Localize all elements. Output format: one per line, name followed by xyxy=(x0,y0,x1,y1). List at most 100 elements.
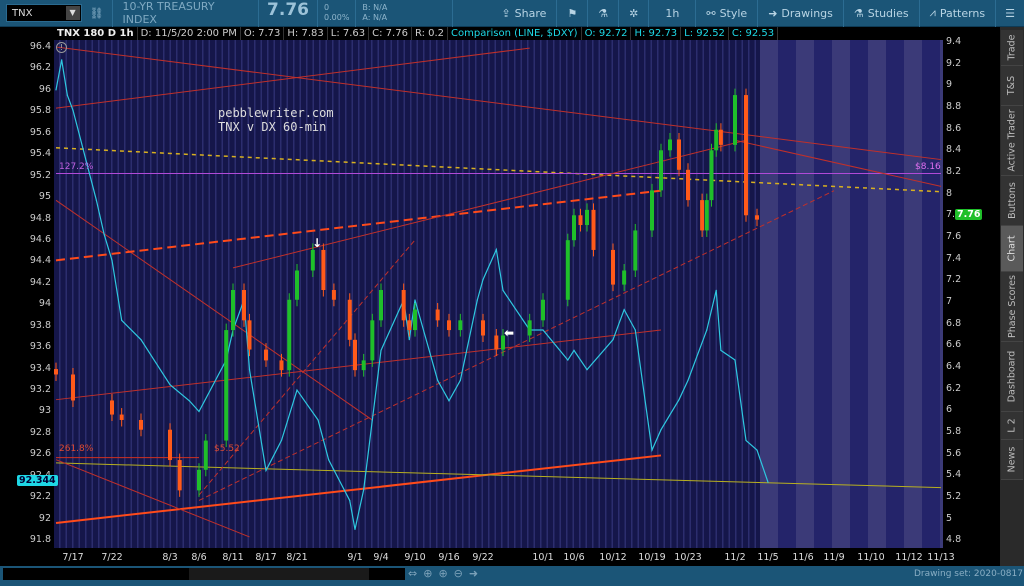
tnx-candle xyxy=(331,290,336,300)
bar-date: D: 11/5/20 2:00 PM xyxy=(137,27,241,40)
dxy-point xyxy=(414,299,416,301)
dxy-point xyxy=(66,94,68,96)
ask: A: N/A xyxy=(362,12,388,22)
time-axis[interactable]: 7/17 7/22 8/3 8/6 8/11 8/17 8/21 9/1 9/4 9/10 9/16… xyxy=(54,548,954,566)
trendline xyxy=(232,139,747,269)
interval-label: 1h xyxy=(665,6,680,20)
info-circle-icon[interactable]: ! xyxy=(56,42,67,53)
time-axis-tick: 11/12 xyxy=(895,552,923,563)
flask-icon: ⚗ xyxy=(853,6,864,20)
left-axis-tick: 94.2 xyxy=(29,276,51,288)
interval-button[interactable]: 1h xyxy=(648,0,695,27)
menu-button[interactable]: ☰ xyxy=(995,0,1024,27)
tnx-candle xyxy=(295,270,299,300)
right-axis-tick: 8.2 xyxy=(946,165,962,177)
pan-icon[interactable]: ⇔ xyxy=(408,567,417,580)
time-axis-tick: 9/4 xyxy=(373,552,389,563)
dxy-point xyxy=(103,234,105,236)
patterns-button[interactable]: ⩘ Patterns xyxy=(918,0,996,27)
drawings-button[interactable]: ➜ Drawings xyxy=(757,0,843,27)
flask-button[interactable]: ⚗ xyxy=(587,0,618,27)
dxy-point xyxy=(169,384,171,386)
bottom-bar: ⇔ ⊕ ⊕ ⊖ ➜ Drawing set: 2020-0817 xyxy=(0,566,1024,586)
sidebar-tab-l-2[interactable]: L 2 xyxy=(1001,412,1023,440)
time-axis-tick: 8/6 xyxy=(191,552,207,563)
tnx-candle xyxy=(110,400,114,415)
trendline xyxy=(734,139,942,187)
zoom-in-icon[interactable]: ⊕ xyxy=(438,567,447,580)
link-icon[interactable]: ⛓ xyxy=(82,7,112,20)
alert-button[interactable]: ⚑ xyxy=(556,0,587,27)
sidebar-tab-trade[interactable]: Trade xyxy=(1001,30,1023,66)
dxy-point xyxy=(623,309,625,311)
style-button[interactable]: ⚯ Style xyxy=(695,0,757,27)
right-axis-tick: 7.6 xyxy=(946,230,962,242)
dxy-point xyxy=(476,299,478,301)
tnx-candle xyxy=(611,249,615,285)
chevron-down-icon[interactable]: ▼ xyxy=(65,6,80,20)
scrollbar-thumb[interactable] xyxy=(189,568,369,580)
share-label: Share xyxy=(514,6,547,20)
right-axis-tick: 5.2 xyxy=(946,490,962,502)
sidebar-tab-phase-scores[interactable]: Phase Scores xyxy=(1001,272,1023,342)
price-chart[interactable] xyxy=(54,40,943,548)
symbol-input[interactable]: TNX ▼ xyxy=(6,4,82,22)
left-axis-tick: 96.2 xyxy=(29,62,51,74)
left-axis-tick: 94.4 xyxy=(29,255,51,267)
trendline xyxy=(198,239,416,496)
tnx-candle xyxy=(177,460,182,491)
sidebar-tab-chart[interactable]: Chart xyxy=(1001,226,1023,272)
tnx-candle xyxy=(578,215,583,226)
tnx-candle xyxy=(361,360,366,371)
tnx-candle xyxy=(401,290,406,321)
tnx-candle xyxy=(755,215,759,220)
tnx-candle xyxy=(247,320,252,350)
dxy-point xyxy=(720,349,722,351)
dxy-point xyxy=(354,528,356,530)
tnx-candle xyxy=(435,309,440,321)
dxy-point xyxy=(296,389,298,391)
dxy-point xyxy=(198,410,200,413)
drawing-set-selector[interactable]: Drawing set: 2020-0817 xyxy=(914,569,1023,579)
right-price-axis[interactable]: 9.4 9.2 9 8.8 8.6 8.4 8.2 8 7.8 7.6 7.4 7.2 7 6.8 6.6 6… xyxy=(943,37,1000,548)
sidebar-tab-news[interactable]: News xyxy=(1001,440,1023,480)
sidebar-tab-dashboard[interactable]: Dashboard xyxy=(1001,342,1023,412)
dxy-point xyxy=(280,439,283,442)
dxy-point xyxy=(408,339,410,341)
left-price-axis[interactable]: 96.4 96.2 96 95.8 95.6 95.4 95.2 95 94.8 94.6 94.4… xyxy=(0,40,54,548)
settings-button[interactable]: ✲ xyxy=(618,0,648,27)
time-axis-tick: 10/19 xyxy=(638,552,666,563)
dxy-point xyxy=(706,329,708,331)
dxy-point xyxy=(248,369,251,371)
zoom-out-icon[interactable]: ⊖ xyxy=(454,567,463,580)
chart-annotation[interactable]: pebblewriter.com TNX v DX 60-min xyxy=(218,106,334,134)
dxy-point xyxy=(567,359,569,361)
dxy-point xyxy=(380,349,382,351)
tnx-candle xyxy=(572,215,576,241)
share-button[interactable]: ⇪ Share xyxy=(491,0,556,27)
studies-button[interactable]: ⚗ Studies xyxy=(842,0,919,27)
chart-plot-area[interactable]: pebblewriter.com TNX v DX 60-min 127.2% … xyxy=(54,40,943,548)
tnx-candle xyxy=(744,95,748,216)
chart-scrollbar[interactable] xyxy=(3,568,405,580)
left-axis-tick: 92.2 xyxy=(29,491,51,503)
chart-title: TNX 180 D 1h xyxy=(54,27,138,40)
sidebar-tab-active-trader[interactable]: Active Trader xyxy=(1001,106,1023,176)
sidebar-tab-t-s[interactable]: T&S xyxy=(1001,66,1023,106)
comparison-open: O: 92.72 xyxy=(581,27,632,40)
sidebar-tab-label: T&S xyxy=(1006,75,1018,96)
crosshair-icon[interactable]: ⊕ xyxy=(423,567,432,580)
tnx-candle xyxy=(197,469,201,491)
bar-close: C: 7.76 xyxy=(369,27,412,40)
sidebar-tab-label: Dashboard xyxy=(1006,350,1018,403)
bid-ask: B: N/A A: N/A xyxy=(355,0,452,27)
sidebar-tab-buttons[interactable]: Buttons xyxy=(1001,176,1023,226)
time-axis-tick: 10/6 xyxy=(563,552,585,563)
right-axis-tick: 9.2 xyxy=(946,57,962,69)
right-axis-tick: 6.8 xyxy=(946,317,962,329)
time-axis-tick: 11/6 xyxy=(792,552,814,563)
menu-icon: ☰ xyxy=(1005,6,1015,20)
arrow-right-icon[interactable]: ➜ xyxy=(469,567,478,580)
dxy-point xyxy=(634,329,636,331)
trendline xyxy=(55,462,942,489)
